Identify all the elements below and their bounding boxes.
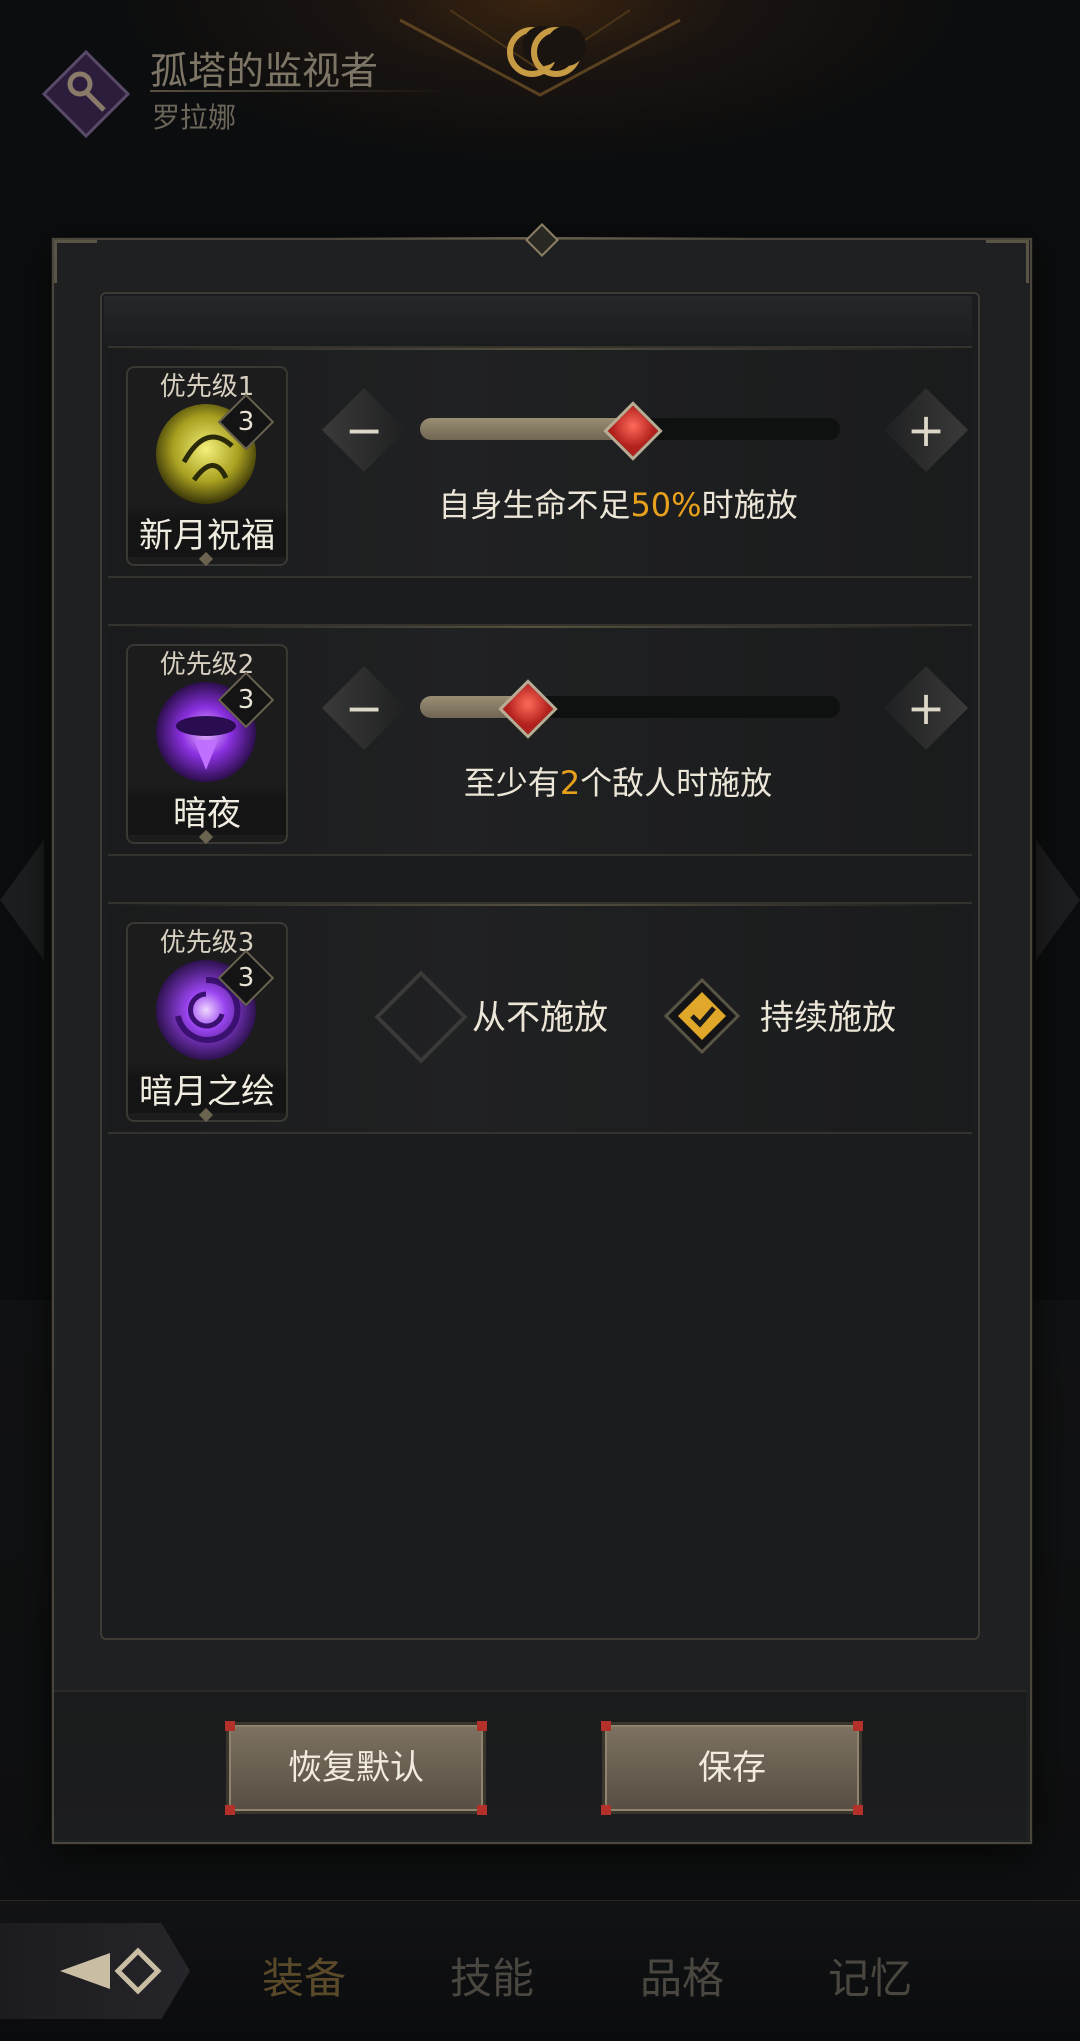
priority-label: 优先级2 (159, 650, 255, 680)
next-character-arrow-icon[interactable] (1036, 840, 1080, 960)
continuous-cast-label[interactable]: 持续施放 (760, 990, 896, 1039)
never-cast-checkbox[interactable] (374, 970, 468, 1064)
back-arrow-icon (60, 1947, 162, 1995)
slider-fill (420, 418, 630, 440)
save-button[interactable]: 保存 (601, 1721, 863, 1815)
cast-condition: 至少有2个敌人时施放 (358, 758, 878, 804)
button-corner (477, 1805, 487, 1815)
decrease-button[interactable]: − (322, 388, 406, 472)
skill-card[interactable]: 优先级2 3 暗夜 (126, 644, 288, 845)
skill-row-1: 优先级1 3 新月祝福 − + 自身生命不足50%时施放 (108, 346, 972, 578)
minus-icon: − (344, 681, 384, 735)
tab-traits[interactable]: 品格 (640, 1945, 724, 2006)
skill-card[interactable]: 优先级1 3 新月祝福 (126, 366, 288, 567)
condition-value: 2 (559, 764, 581, 802)
condition-suffix: 时施放 (701, 486, 798, 524)
threshold-slider[interactable] (420, 401, 840, 461)
skill-row-2: 优先级2 3 暗夜 − + 至少有2个敌人时施放 (108, 624, 972, 856)
increase-button[interactable]: + (884, 666, 968, 750)
skill-level: 3 (237, 407, 255, 437)
bottom-tab-bar: 装备 技能 品格 记忆 (0, 1900, 1080, 2041)
button-corner (853, 1805, 863, 1815)
skill-name: 暗月之绘 (128, 1062, 286, 1113)
tab-memory[interactable]: 记忆 (828, 1945, 912, 2006)
slider-thumb[interactable] (498, 679, 558, 739)
button-corner (225, 1805, 235, 1815)
panel-header-bar (104, 296, 972, 344)
back-button[interactable] (0, 1923, 190, 2019)
skill-name: 新月祝福 (128, 506, 286, 557)
dialog-footer (54, 1690, 1026, 1840)
slider-thumb[interactable] (603, 401, 663, 461)
button-corner (601, 1805, 611, 1815)
tab-equipment[interactable]: 装备 (262, 1945, 346, 2006)
character-title: 孤塔的监视者 (150, 49, 379, 93)
skill-row-3: 优先级3 3 暗月之绘 从不施放 持续施放 (108, 902, 972, 1134)
button-corner (601, 1721, 611, 1731)
never-cast-label[interactable]: 从不施放 (472, 990, 608, 1039)
button-corner (477, 1721, 487, 1731)
skill-card[interactable]: 优先级3 3 暗月之绘 (126, 922, 288, 1123)
priority-label: 优先级1 (159, 372, 255, 402)
prev-character-arrow-icon[interactable] (0, 840, 44, 960)
reset-button-label: 恢复默认 (288, 1748, 424, 1788)
skill-name: 暗夜 (128, 784, 286, 835)
condition-prefix: 至少有 (463, 764, 560, 802)
condition-prefix: 自身生命不足 (438, 486, 631, 524)
continuous-cast-checkbox-checked-icon[interactable] (660, 974, 744, 1058)
character-class-icon (41, 49, 131, 139)
button-corner (853, 1721, 863, 1731)
corner-ornament (986, 240, 1029, 283)
condition-value: 50% (630, 486, 702, 524)
save-button-label: 保存 (698, 1748, 766, 1788)
title-divider (150, 90, 450, 92)
character-name: 罗拉娜 (152, 101, 237, 134)
reset-default-button[interactable]: 恢复默认 (225, 1721, 487, 1815)
plus-icon: + (906, 403, 946, 457)
enemy-count-slider[interactable] (420, 679, 840, 739)
priority-label: 优先级3 (159, 928, 255, 958)
minus-icon: − (344, 403, 384, 457)
increase-button[interactable]: + (884, 388, 968, 472)
decrease-button[interactable]: − (322, 666, 406, 750)
crescent-ornament-icon (399, 9, 681, 97)
corner-ornament (54, 240, 97, 283)
plus-icon: + (906, 681, 946, 735)
button-corner (225, 1721, 235, 1731)
cast-condition: 自身生命不足50%时施放 (358, 480, 878, 526)
skill-level: 3 (237, 963, 255, 993)
skill-level: 3 (237, 685, 255, 715)
condition-suffix: 个敌人时施放 (580, 764, 773, 802)
tab-skills[interactable]: 技能 (450, 1945, 534, 2006)
